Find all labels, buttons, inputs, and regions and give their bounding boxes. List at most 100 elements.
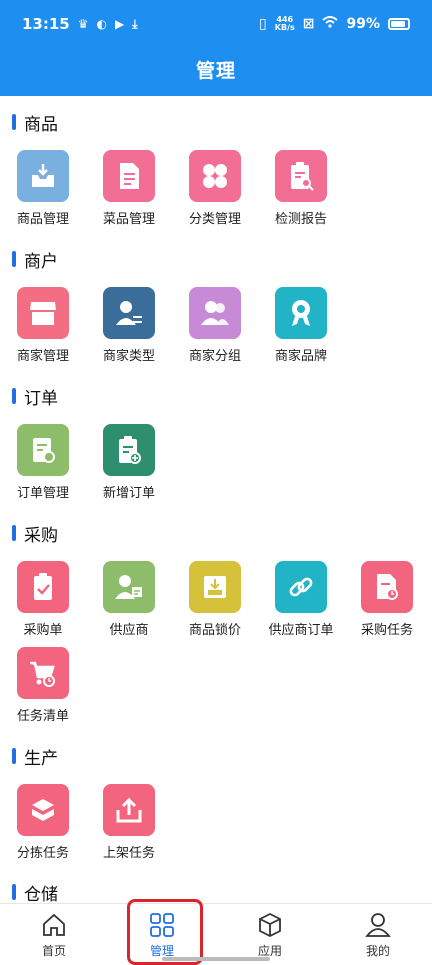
- tile-label: 分类管理: [188, 212, 241, 227]
- tile-new-order[interactable]: 新增订单: [86, 424, 172, 504]
- section-title: 商品: [12, 110, 58, 135]
- clipboard-check-icon: [17, 561, 69, 613]
- tile-label: 采购任务: [360, 623, 413, 638]
- tile-merchant-manage[interactable]: 商家管理: [0, 287, 86, 367]
- document-icon: [103, 150, 155, 202]
- notification-icons: ♛ ◐ ▶ ⤓: [78, 17, 138, 32]
- management-content[interactable]: 商品 商品管理 菜品管理 分类管理 检测报告 商户 商家管理 商家类型 商家分组…: [0, 96, 432, 903]
- section-title: 订单: [12, 384, 58, 409]
- tile-label: 菜品管理: [102, 212, 155, 227]
- crown-icon: ♛: [77, 17, 89, 31]
- clipboard-add-icon: [103, 424, 155, 476]
- tile-merchant-brand[interactable]: 商家品牌: [258, 287, 344, 367]
- user-group-icon: [189, 287, 241, 339]
- tile-label: 订单管理: [16, 486, 69, 501]
- section-marker: [12, 525, 16, 541]
- tile-dish-manage[interactable]: 菜品管理: [86, 150, 172, 230]
- download-icon: ⤓: [132, 16, 138, 31]
- section-title-text: 仓储: [24, 884, 58, 904]
- tile-label: 商家分组: [188, 349, 241, 364]
- section-title-text: 商品: [24, 114, 58, 135]
- tile-supplier[interactable]: 供应商: [86, 561, 172, 641]
- section-title-text: 订单: [24, 388, 58, 409]
- tab-label: 首页: [41, 944, 66, 958]
- play-icon: ▶: [115, 17, 125, 31]
- section-marker: [12, 251, 16, 267]
- wifi-icon: [322, 16, 339, 32]
- cart-clock-icon: [17, 647, 69, 699]
- tile-test-report[interactable]: 检测报告: [258, 150, 344, 230]
- app-header: 13:15 ♛ ◐ ▶ ⤓ ▯ 446 KB/s ⊠ 99% 管理: [0, 0, 432, 96]
- upload-tray-icon: [103, 784, 155, 836]
- tile-supplier-order[interactable]: 供应商订单: [258, 561, 344, 641]
- bottom-tab-bar: 首页 管理 应用 我的: [0, 903, 432, 964]
- app-icon: ◐: [96, 17, 107, 31]
- status-bar: 13:15 ♛ ◐ ▶ ⤓ ▯ 446 KB/s ⊠ 99%: [0, 0, 432, 48]
- section-title: 商户: [12, 247, 58, 272]
- tile-label: 商品锁价: [188, 623, 241, 638]
- tile-goods-manage[interactable]: 商品管理: [0, 150, 86, 230]
- tile-merchant-type[interactable]: 商家类型: [86, 287, 172, 367]
- battery-icon: [388, 18, 410, 30]
- section-marker: [12, 884, 16, 900]
- tab-mine[interactable]: 我的: [324, 904, 432, 965]
- tile-task-list[interactable]: 任务清单: [0, 647, 86, 727]
- tile-shelving-task[interactable]: 上架任务: [86, 784, 172, 864]
- section-marker: [12, 748, 16, 764]
- cube-icon: [259, 912, 281, 938]
- section-title: 仓储: [12, 880, 58, 903]
- net-speed-unit: KB/s: [274, 23, 295, 32]
- tile-label: 任务清单: [16, 709, 69, 724]
- order-settings-icon: [17, 424, 69, 476]
- section-title-text: 采购: [24, 525, 58, 546]
- tile-label: 上架任务: [102, 846, 155, 861]
- user-icon: [365, 913, 391, 937]
- tile-category-manage[interactable]: 分类管理: [172, 150, 258, 230]
- home-icon: [43, 913, 65, 936]
- tile-purchase-task[interactable]: 采购任务: [344, 561, 430, 641]
- section-title-text: 商户: [24, 251, 58, 272]
- store-icon: [17, 287, 69, 339]
- sim-icon: ⊠: [302, 16, 315, 32]
- active-tab-highlight: [127, 899, 203, 965]
- tile-label: 采购单: [23, 623, 63, 638]
- section-title: 采购: [12, 521, 58, 546]
- tile-label: 商家类型: [102, 349, 155, 364]
- tile-label: 商品管理: [16, 212, 69, 227]
- tile-label: 供应商: [109, 623, 149, 638]
- tab-home[interactable]: 首页: [0, 904, 108, 965]
- section-marker: [12, 388, 16, 404]
- tab-label: 我的: [365, 944, 390, 958]
- tile-order-manage[interactable]: 订单管理: [0, 424, 86, 504]
- tile-sorting-task[interactable]: 分拣任务: [0, 784, 86, 864]
- section-marker: [12, 114, 16, 130]
- task-clock-icon: [361, 561, 413, 613]
- report-search-icon: [275, 150, 327, 202]
- page-title: 管理: [195, 60, 236, 82]
- tile-label: 商家品牌: [274, 349, 327, 364]
- net-speed: 446 KB/s: [275, 16, 295, 32]
- section-title: 生产: [12, 744, 58, 769]
- section-title-text: 生产: [24, 748, 58, 769]
- category-grid-icon: [189, 150, 241, 202]
- tile-merchant-group[interactable]: 商家分组: [172, 287, 258, 367]
- tile-label: 新增订单: [102, 486, 155, 501]
- ribbon-badge-icon: [275, 287, 327, 339]
- user-swap-icon: [103, 287, 155, 339]
- battery-percent: 99%: [346, 16, 380, 32]
- tile-price-lock[interactable]: 商品锁价: [172, 561, 258, 641]
- tile-label: 分拣任务: [16, 846, 69, 861]
- inbox-tray-icon: [17, 150, 69, 202]
- boxes-icon: [17, 784, 69, 836]
- home-indicator[interactable]: [162, 957, 270, 961]
- tile-label: 供应商订单: [268, 623, 334, 638]
- supplier-card-icon: [103, 561, 155, 613]
- tile-label: 商家管理: [16, 349, 69, 364]
- lock-box-icon: [189, 561, 241, 613]
- tab-apps[interactable]: 应用: [216, 904, 324, 965]
- vibrate-icon: ▯: [259, 16, 267, 32]
- tile-purchase-order[interactable]: 采购单: [0, 561, 86, 641]
- status-time: 13:15: [22, 15, 70, 33]
- link-icon: [275, 561, 327, 613]
- tile-label: 检测报告: [274, 212, 327, 227]
